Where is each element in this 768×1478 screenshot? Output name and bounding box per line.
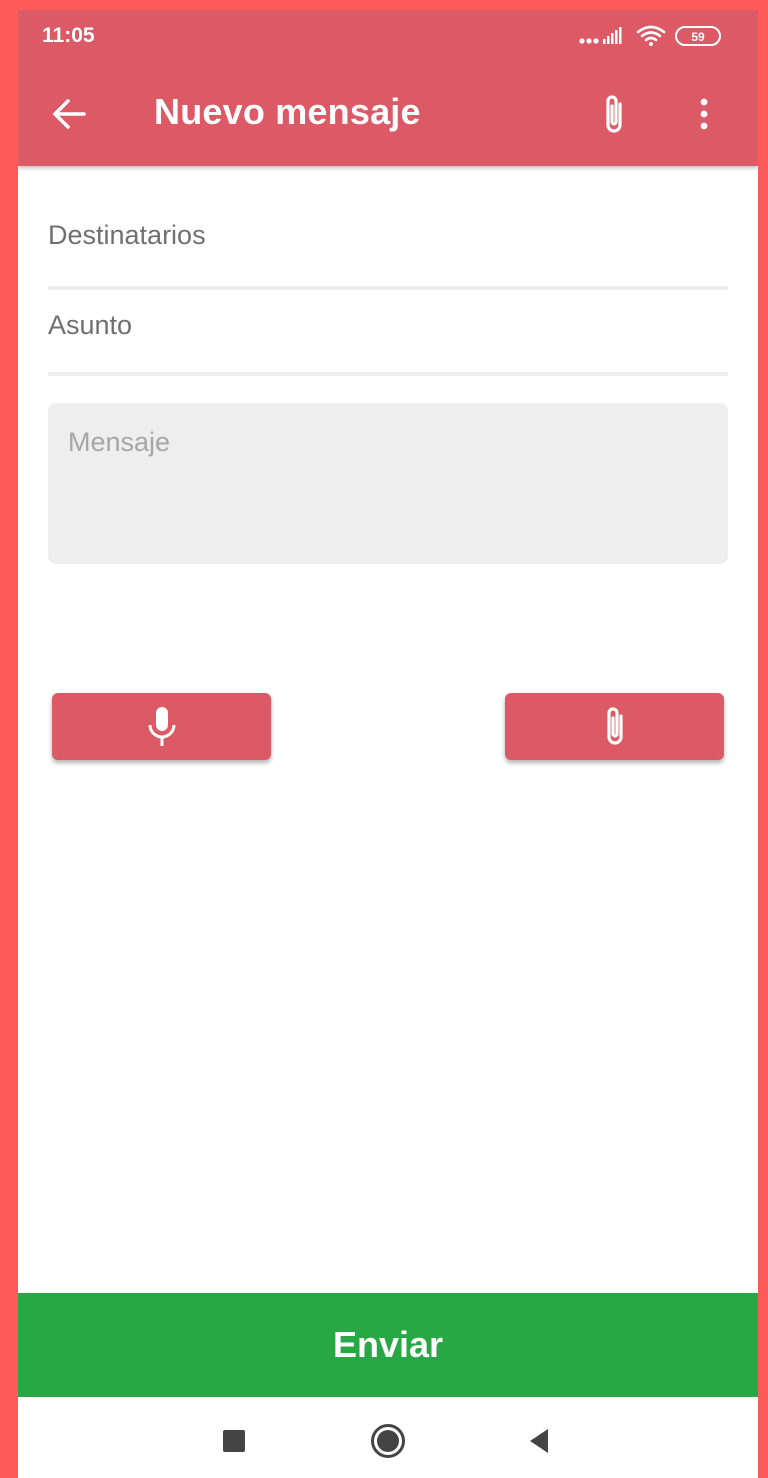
recents-square-icon[interactable] bbox=[223, 1430, 245, 1452]
status-time: 11:05 bbox=[42, 24, 95, 47]
voice-input-button[interactable] bbox=[52, 693, 271, 760]
recipients-field bbox=[48, 220, 728, 290]
attach-file-button[interactable] bbox=[505, 693, 724, 760]
subject-field bbox=[48, 310, 728, 376]
back-arrow-icon bbox=[53, 99, 86, 129]
battery-icon: 59 bbox=[675, 26, 721, 46]
app-bar: 11:05 59 Nuevo mensaje bbox=[18, 10, 758, 166]
paperclip-icon bbox=[606, 706, 623, 745]
message-input[interactable] bbox=[68, 427, 708, 547]
status-icons: 59 bbox=[578, 24, 734, 50]
send-button[interactable]: Enviar bbox=[18, 1293, 758, 1397]
paperclip-icon bbox=[606, 95, 622, 133]
wifi-icon bbox=[636, 25, 666, 46]
home-circle-icon[interactable] bbox=[370, 1423, 406, 1459]
back-triangle-icon[interactable] bbox=[526, 1427, 552, 1455]
microphone-icon bbox=[148, 706, 175, 746]
page-title: Nuevo mensaje bbox=[154, 91, 421, 132]
attach-button-toolbar[interactable] bbox=[598, 92, 630, 138]
more-vertical-icon bbox=[700, 98, 708, 130]
signal-icon bbox=[579, 27, 622, 44]
recipients-input[interactable] bbox=[48, 220, 728, 251]
message-box bbox=[48, 403, 728, 564]
battery-level: 59 bbox=[691, 30, 705, 44]
system-nav-bar bbox=[18, 1397, 758, 1478]
more-options-button[interactable] bbox=[690, 94, 718, 134]
subject-input[interactable] bbox=[48, 310, 728, 341]
back-button[interactable] bbox=[48, 94, 94, 134]
app-window: 11:05 59 Nuevo mensaje Destinatarios Asu… bbox=[18, 10, 758, 1478]
